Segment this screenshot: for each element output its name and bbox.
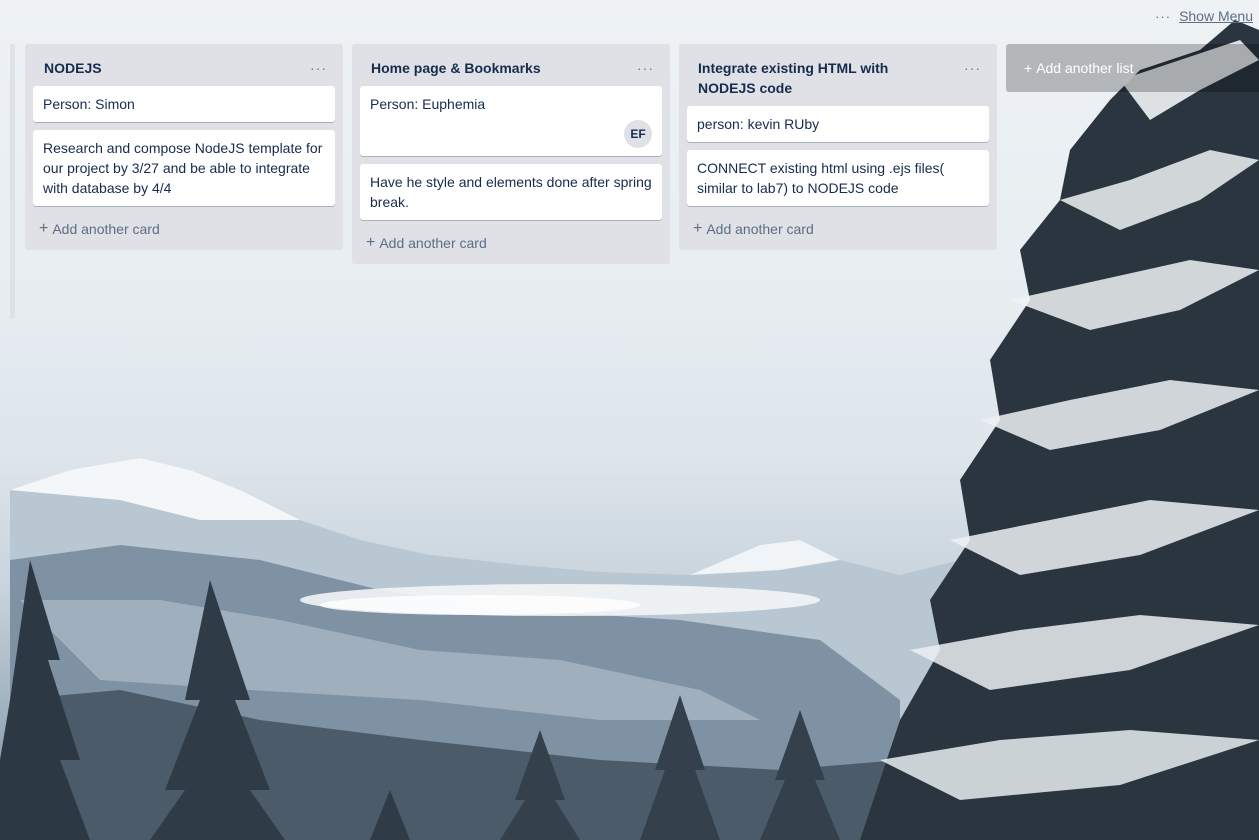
plus-icon: + (366, 234, 376, 251)
card-title: Person: Euphemia (370, 96, 486, 112)
list-more-icon[interactable]: ··· (629, 58, 654, 78)
card[interactable]: Research and compose NodeJS template for… (33, 130, 335, 206)
card-title: person: kevin RUby (697, 116, 820, 132)
add-card-label: Add another card (706, 221, 814, 237)
add-list-label: Add another list (1036, 60, 1134, 76)
board-header-menu: ··· Show Menu (1155, 8, 1253, 24)
card[interactable]: person: kevin RUby (687, 106, 989, 142)
list-integrate-html: Integrate existing HTML with NODEJS code… (679, 44, 997, 250)
plus-icon: + (693, 220, 703, 237)
offscreen-list-edge[interactable] (10, 44, 15, 319)
list-home-page-bookmarks: Home page & Bookmarks ··· Person: Euphem… (352, 44, 670, 264)
card-title: CONNECT existing html using .ejs files( … (697, 160, 945, 196)
card[interactable]: Have he style and elements done after sp… (360, 164, 662, 220)
add-list-button[interactable]: + Add another list (1006, 44, 1259, 92)
card-title: Research and compose NodeJS template for… (43, 140, 323, 196)
list-header[interactable]: Integrate existing HTML with NODEJS code… (687, 44, 989, 106)
card-members: EF (370, 120, 652, 148)
add-card-button[interactable]: + Add another card (687, 214, 989, 250)
list-nodejs: NODEJS ··· Person: Simon Research and co… (25, 44, 343, 250)
list-title[interactable]: Home page & Bookmarks (371, 58, 541, 78)
add-card-label: Add another card (379, 235, 487, 251)
list-header[interactable]: Home page & Bookmarks ··· (360, 44, 662, 86)
card-title: Person: Simon (43, 96, 135, 112)
list-more-icon[interactable]: ··· (956, 58, 981, 78)
add-card-button[interactable]: + Add another card (33, 214, 335, 250)
plus-icon: + (39, 220, 49, 237)
card-title: Have he style and elements done after sp… (370, 174, 652, 210)
add-card-button[interactable]: + Add another card (360, 228, 662, 264)
card[interactable]: Person: Simon (33, 86, 335, 122)
card[interactable]: CONNECT existing html using .ejs files( … (687, 150, 989, 206)
member-avatar[interactable]: EF (624, 120, 652, 148)
add-card-label: Add another card (52, 221, 160, 237)
show-menu-link[interactable]: Show Menu (1179, 8, 1253, 24)
plus-icon: + (1024, 60, 1033, 76)
card[interactable]: Person: Euphemia EF (360, 86, 662, 156)
list-header[interactable]: NODEJS ··· (33, 44, 335, 86)
list-title[interactable]: NODEJS (44, 58, 102, 78)
more-icon[interactable]: ··· (1155, 9, 1171, 24)
list-more-icon[interactable]: ··· (302, 58, 327, 78)
list-title[interactable]: Integrate existing HTML with NODEJS code (698, 58, 938, 98)
